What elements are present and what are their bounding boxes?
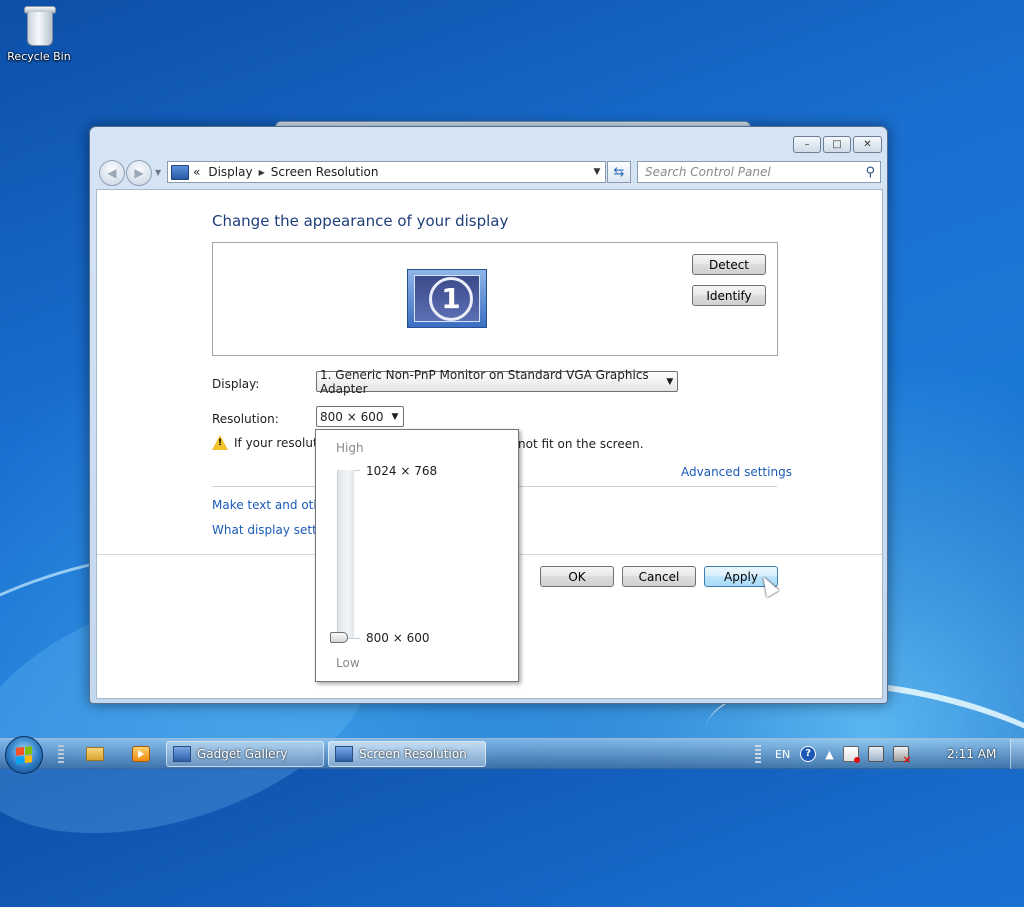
control-panel-icon	[171, 164, 189, 180]
language-indicator[interactable]: EN	[775, 748, 790, 761]
help-icon[interactable]: ?	[800, 746, 817, 762]
resolution-slider-thumb[interactable]	[330, 632, 348, 643]
gadget-gallery-icon	[173, 746, 191, 762]
recycle-bin-icon	[22, 6, 56, 46]
maximize-button[interactable]: □	[823, 136, 851, 153]
taskbar-gadget-gallery[interactable]: Gadget Gallery	[166, 741, 324, 767]
search-input[interactable]	[638, 164, 857, 180]
monitor-icon[interactable]: 1	[407, 269, 487, 328]
window-controls: – □ ✕	[793, 136, 882, 153]
media-player-icon	[132, 746, 150, 762]
chevron-down-icon: ▼	[666, 376, 674, 387]
breadcrumb-prefix[interactable]: «	[193, 165, 200, 179]
arrow-right-icon: ▶	[134, 166, 144, 180]
forward-button[interactable]: ▶	[126, 160, 152, 186]
taskbar: Gadget Gallery Screen Resolution EN ? ▲ …	[0, 736, 1024, 774]
show-desktop-button[interactable]	[1010, 739, 1024, 769]
display-preview: 1 Detect Identify	[212, 242, 778, 356]
display-select-value: 1. Generic Non-PnP Monitor on Standard V…	[320, 367, 649, 396]
monitor-number: 1	[429, 277, 473, 321]
identify-button[interactable]: Identify	[692, 285, 766, 306]
start-button[interactable]	[5, 736, 43, 774]
back-button[interactable]: ◀	[99, 160, 125, 186]
warning-icon: !	[212, 435, 228, 450]
slider-low-label: Low	[336, 656, 360, 670]
display-select[interactable]: 1. Generic Non-PnP Monitor on Standard V…	[316, 368, 678, 396]
slider-max-resolution[interactable]: 1024 × 768	[366, 464, 437, 478]
refresh-icon: ⇆	[613, 164, 625, 180]
breadcrumb-screen-resolution[interactable]: Screen Resolution	[271, 165, 379, 179]
slider-high-label: High	[336, 441, 364, 455]
system-tray: EN ? ▲	[755, 739, 918, 769]
display-label: Display:	[212, 377, 260, 391]
recent-pages-dropdown[interactable]: ▼	[155, 168, 161, 177]
ok-button[interactable]: OK	[540, 566, 614, 587]
windows-logo-icon	[16, 746, 32, 764]
breadcrumb-separator[interactable]: ▶	[259, 168, 265, 177]
slider-min-resolution[interactable]: 800 × 600	[366, 631, 430, 645]
detect-button[interactable]: Detect	[692, 254, 766, 275]
navigation-bar: ◀ ▶ ▼ « Display ▶ Screen Resolution ▼ ⇆ …	[98, 160, 881, 186]
address-bar[interactable]: « Display ▶ Screen Resolution ▼	[167, 161, 606, 183]
taskbar-task-label: Screen Resolution	[359, 747, 467, 761]
address-dropdown-icon[interactable]: ▼	[589, 167, 605, 177]
network-icon[interactable]	[867, 746, 884, 762]
resolution-warning: ! If your resolutio	[212, 435, 328, 450]
display-icon	[335, 746, 353, 762]
taskbar-clock[interactable]: 2:11 AM	[947, 747, 996, 761]
taskbar-task-label: Gadget Gallery	[197, 747, 288, 761]
close-button[interactable]: ✕	[853, 136, 882, 153]
recycle-bin[interactable]: Recycle Bin	[2, 6, 76, 63]
resolution-slider-popup: High 1024 × 768 800 × 600 Low	[315, 429, 519, 682]
search-box[interactable]: ⚲	[637, 161, 881, 183]
cancel-button[interactable]: Cancel	[622, 566, 696, 587]
action-center-icon[interactable]	[842, 746, 860, 763]
pinned-explorer[interactable]	[84, 744, 106, 764]
warning-text-right: not fit on the screen.	[518, 437, 644, 451]
resolution-label: Resolution:	[212, 412, 279, 426]
arrow-left-icon: ◀	[107, 166, 117, 180]
page-title: Change the appearance of your display	[212, 212, 509, 230]
resolution-select-value: 800 × 600	[320, 409, 384, 424]
recycle-bin-label: Recycle Bin	[7, 50, 71, 63]
folder-icon	[86, 747, 104, 761]
pinned-media-player[interactable]	[130, 744, 152, 764]
taskbar-grip	[58, 745, 64, 763]
resolution-select[interactable]: 800 × 600 ▼	[316, 406, 404, 427]
search-icon[interactable]: ⚲	[865, 165, 875, 180]
taskbar-screen-resolution[interactable]: Screen Resolution	[328, 741, 486, 767]
breadcrumb-display[interactable]: Display	[208, 165, 252, 179]
tray-grip	[755, 745, 761, 763]
advanced-settings-link[interactable]: Advanced settings	[681, 465, 792, 479]
minimize-button[interactable]: –	[793, 136, 821, 153]
resolution-slider-track[interactable]	[337, 470, 354, 639]
show-hidden-icons[interactable]: ▲	[825, 748, 833, 761]
refresh-button[interactable]: ⇆	[607, 161, 631, 183]
chevron-down-icon: ▼	[391, 411, 399, 422]
volume-muted-icon[interactable]	[892, 746, 912, 766]
